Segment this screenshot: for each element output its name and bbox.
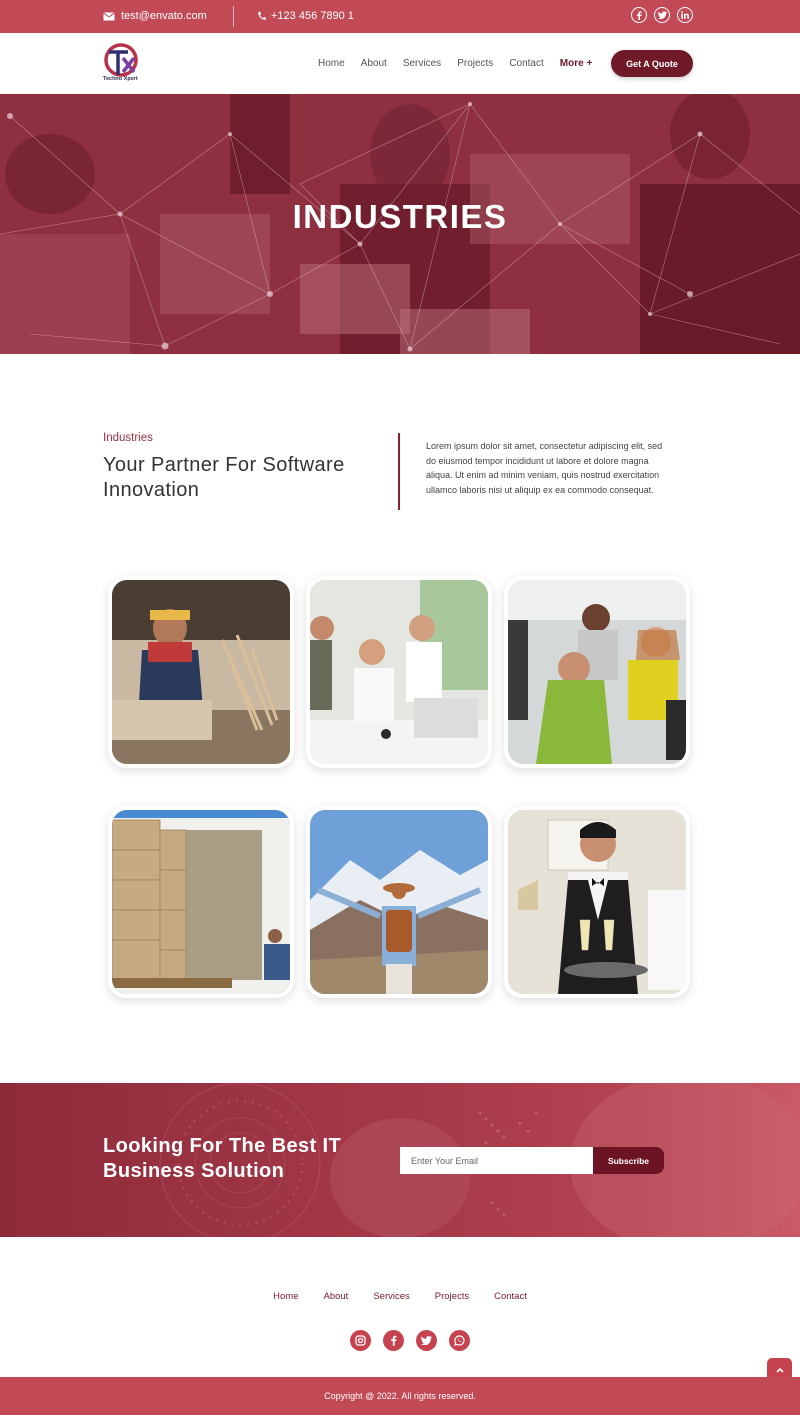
section-title: Your Partner For Software Innovation	[103, 454, 345, 501]
footer-link-services[interactable]: Services	[373, 1291, 409, 1302]
header-socials	[631, 7, 693, 23]
nav-services[interactable]: Services	[403, 58, 441, 69]
computer-lab-photo	[508, 580, 686, 764]
nav-more[interactable]: More +	[560, 58, 593, 69]
copyright-text: Copyright @ 2022. All rights reserved.	[324, 1391, 476, 1401]
facebook-icon[interactable]	[383, 1330, 404, 1351]
subscribe-button[interactable]: Subscribe	[593, 1147, 664, 1174]
phone-text: +123 456 7890 1	[271, 10, 354, 22]
twitter-icon[interactable]	[416, 1330, 437, 1351]
get-quote-button[interactable]: Get A Quote	[611, 50, 693, 77]
page-title: INDUSTRIES	[292, 198, 508, 235]
footer-link-contact[interactable]: Contact	[494, 1291, 527, 1302]
nav-about[interactable]: About	[361, 58, 387, 69]
industry-card-logistics[interactable]	[108, 806, 294, 998]
industry-card-computer-lab[interactable]	[504, 576, 690, 768]
linkedin-icon[interactable]	[677, 7, 693, 23]
email-text: test@envato.com	[121, 10, 207, 22]
subscribe-section: Looking For The Best IT Business Solutio…	[0, 1083, 800, 1237]
copyright-bar: Copyright @ 2022. All rights reserved.	[0, 1377, 800, 1415]
facebook-icon[interactable]	[631, 7, 647, 23]
divider	[233, 6, 234, 27]
instagram-icon[interactable]	[350, 1330, 371, 1351]
industry-card-office[interactable]	[306, 576, 492, 768]
main-nav: Techno Xpert Home About Services Project…	[0, 33, 800, 94]
nav-menu: Home About Services Projects Contact Mor…	[318, 58, 608, 69]
vertical-divider	[398, 433, 400, 510]
subscribe-title: Looking For The Best IT Business Solutio…	[103, 1135, 342, 1182]
email-field[interactable]	[400, 1147, 593, 1174]
twitter-icon[interactable]	[654, 7, 670, 23]
logistics-truck-photo	[112, 810, 290, 994]
section-kicker: Industries	[103, 432, 153, 444]
woodworking-photo	[112, 580, 290, 764]
nav-home[interactable]: Home	[318, 58, 345, 69]
contact-phone[interactable]: +123 456 7890 1	[257, 10, 354, 22]
footer-link-projects[interactable]: Projects	[435, 1291, 469, 1302]
mail-icon	[103, 11, 115, 20]
contact-email[interactable]: test@envato.com	[103, 10, 207, 22]
chevron-up-icon	[775, 1367, 784, 1373]
office-team-photo	[310, 580, 488, 764]
whatsapp-icon[interactable]	[449, 1330, 470, 1351]
top-bar: test@envato.com +123 456 7890 1	[0, 0, 800, 33]
travel-mountains-photo	[310, 810, 488, 994]
hospitality-waiter-photo	[508, 810, 686, 994]
nav-projects[interactable]: Projects	[457, 58, 493, 69]
section-description: Lorem ipsum dolor sit amet, consectetur …	[426, 441, 663, 495]
industry-card-travel[interactable]	[306, 806, 492, 998]
footer-nav: Home About Services Projects Contact	[0, 1291, 800, 1302]
hero-banner: INDUSTRIES	[0, 94, 800, 354]
industry-card-hospitality[interactable]	[504, 806, 690, 998]
footer-link-home[interactable]: Home	[273, 1291, 298, 1302]
nav-contact[interactable]: Contact	[509, 58, 543, 69]
footer-link-about[interactable]: About	[324, 1291, 349, 1302]
phone-icon	[258, 11, 266, 20]
brand-name: Techno Xpert	[103, 76, 138, 82]
industry-card-woodworking[interactable]	[108, 576, 294, 768]
